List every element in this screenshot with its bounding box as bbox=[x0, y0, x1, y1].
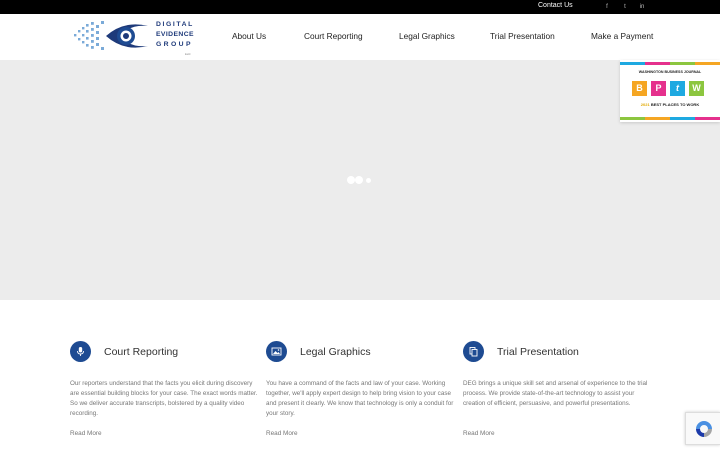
logo-line-group: GROUP bbox=[156, 41, 193, 48]
loader-dot bbox=[355, 176, 363, 184]
read-more-link[interactable]: Read More bbox=[70, 430, 102, 437]
recaptcha-badge[interactable] bbox=[685, 412, 720, 445]
facebook-icon[interactable]: f bbox=[603, 3, 611, 11]
service-title: Trial Presentation bbox=[497, 346, 579, 358]
nav-item-legal-graphics[interactable]: Legal Graphics bbox=[399, 31, 455, 41]
nav-item-make-a-payment[interactable]: Make a Payment bbox=[591, 31, 653, 41]
badge-tile-b: B bbox=[632, 81, 647, 96]
contact-us-link[interactable]: Contact Us bbox=[538, 2, 573, 9]
logo-line-evidence: EVIDENCE bbox=[156, 31, 194, 38]
loader-dot bbox=[366, 178, 371, 183]
badge-year: 2021 bbox=[640, 102, 650, 107]
service-description: Our reporters understand that the facts … bbox=[70, 380, 258, 417]
badge-top-stripe bbox=[620, 62, 720, 65]
badge-tile-p: P bbox=[651, 81, 666, 96]
nav-item-trial-presentation[interactable]: Trial Presentation bbox=[490, 31, 555, 41]
site-header: DIGITAL EVIDENCE GROUP LLC About Us Cour… bbox=[0, 14, 720, 60]
service-description: You have a command of the facts and law … bbox=[266, 380, 454, 417]
badge-tile-t: t bbox=[670, 81, 685, 96]
service-description: DEG brings a unique skill set and arsena… bbox=[463, 380, 648, 407]
microphone-icon bbox=[70, 341, 91, 362]
loader-dot bbox=[347, 176, 355, 184]
badge-tile-w: W bbox=[689, 81, 704, 96]
service-title: Legal Graphics bbox=[300, 346, 371, 358]
eye-logo-icon bbox=[74, 21, 148, 50]
badge-award-line: 2021 BEST PLACES TO WORK bbox=[620, 102, 720, 107]
company-logo[interactable]: DIGITAL EVIDENCE GROUP LLC bbox=[72, 18, 196, 56]
best-places-to-work-badge[interactable]: WASHINGTON BUSINESS JOURNAL B P t W 2021… bbox=[620, 60, 720, 122]
linkedin-icon[interactable]: in bbox=[638, 3, 646, 11]
logo-line-digital: DIGITAL bbox=[156, 21, 194, 28]
service-title: Court Reporting bbox=[104, 346, 179, 358]
top-bar: Contact Us f t in bbox=[0, 0, 720, 14]
read-more-link[interactable]: Read More bbox=[266, 430, 298, 437]
nav-item-court-reporting[interactable]: Court Reporting bbox=[304, 31, 363, 41]
badge-bottom-stripe bbox=[620, 117, 720, 120]
badge-award: BEST PLACES TO WORK bbox=[650, 102, 700, 107]
documents-icon bbox=[463, 341, 484, 362]
recaptcha-icon bbox=[696, 421, 712, 437]
image-icon bbox=[266, 341, 287, 362]
read-more-link[interactable]: Read More bbox=[463, 430, 495, 437]
logo-suffix: LLC bbox=[185, 52, 191, 56]
hero-slider bbox=[0, 60, 720, 300]
badge-publisher: WASHINGTON BUSINESS JOURNAL bbox=[638, 70, 702, 74]
twitter-icon[interactable]: t bbox=[621, 3, 629, 11]
nav-item-about-us[interactable]: About Us bbox=[232, 31, 266, 41]
